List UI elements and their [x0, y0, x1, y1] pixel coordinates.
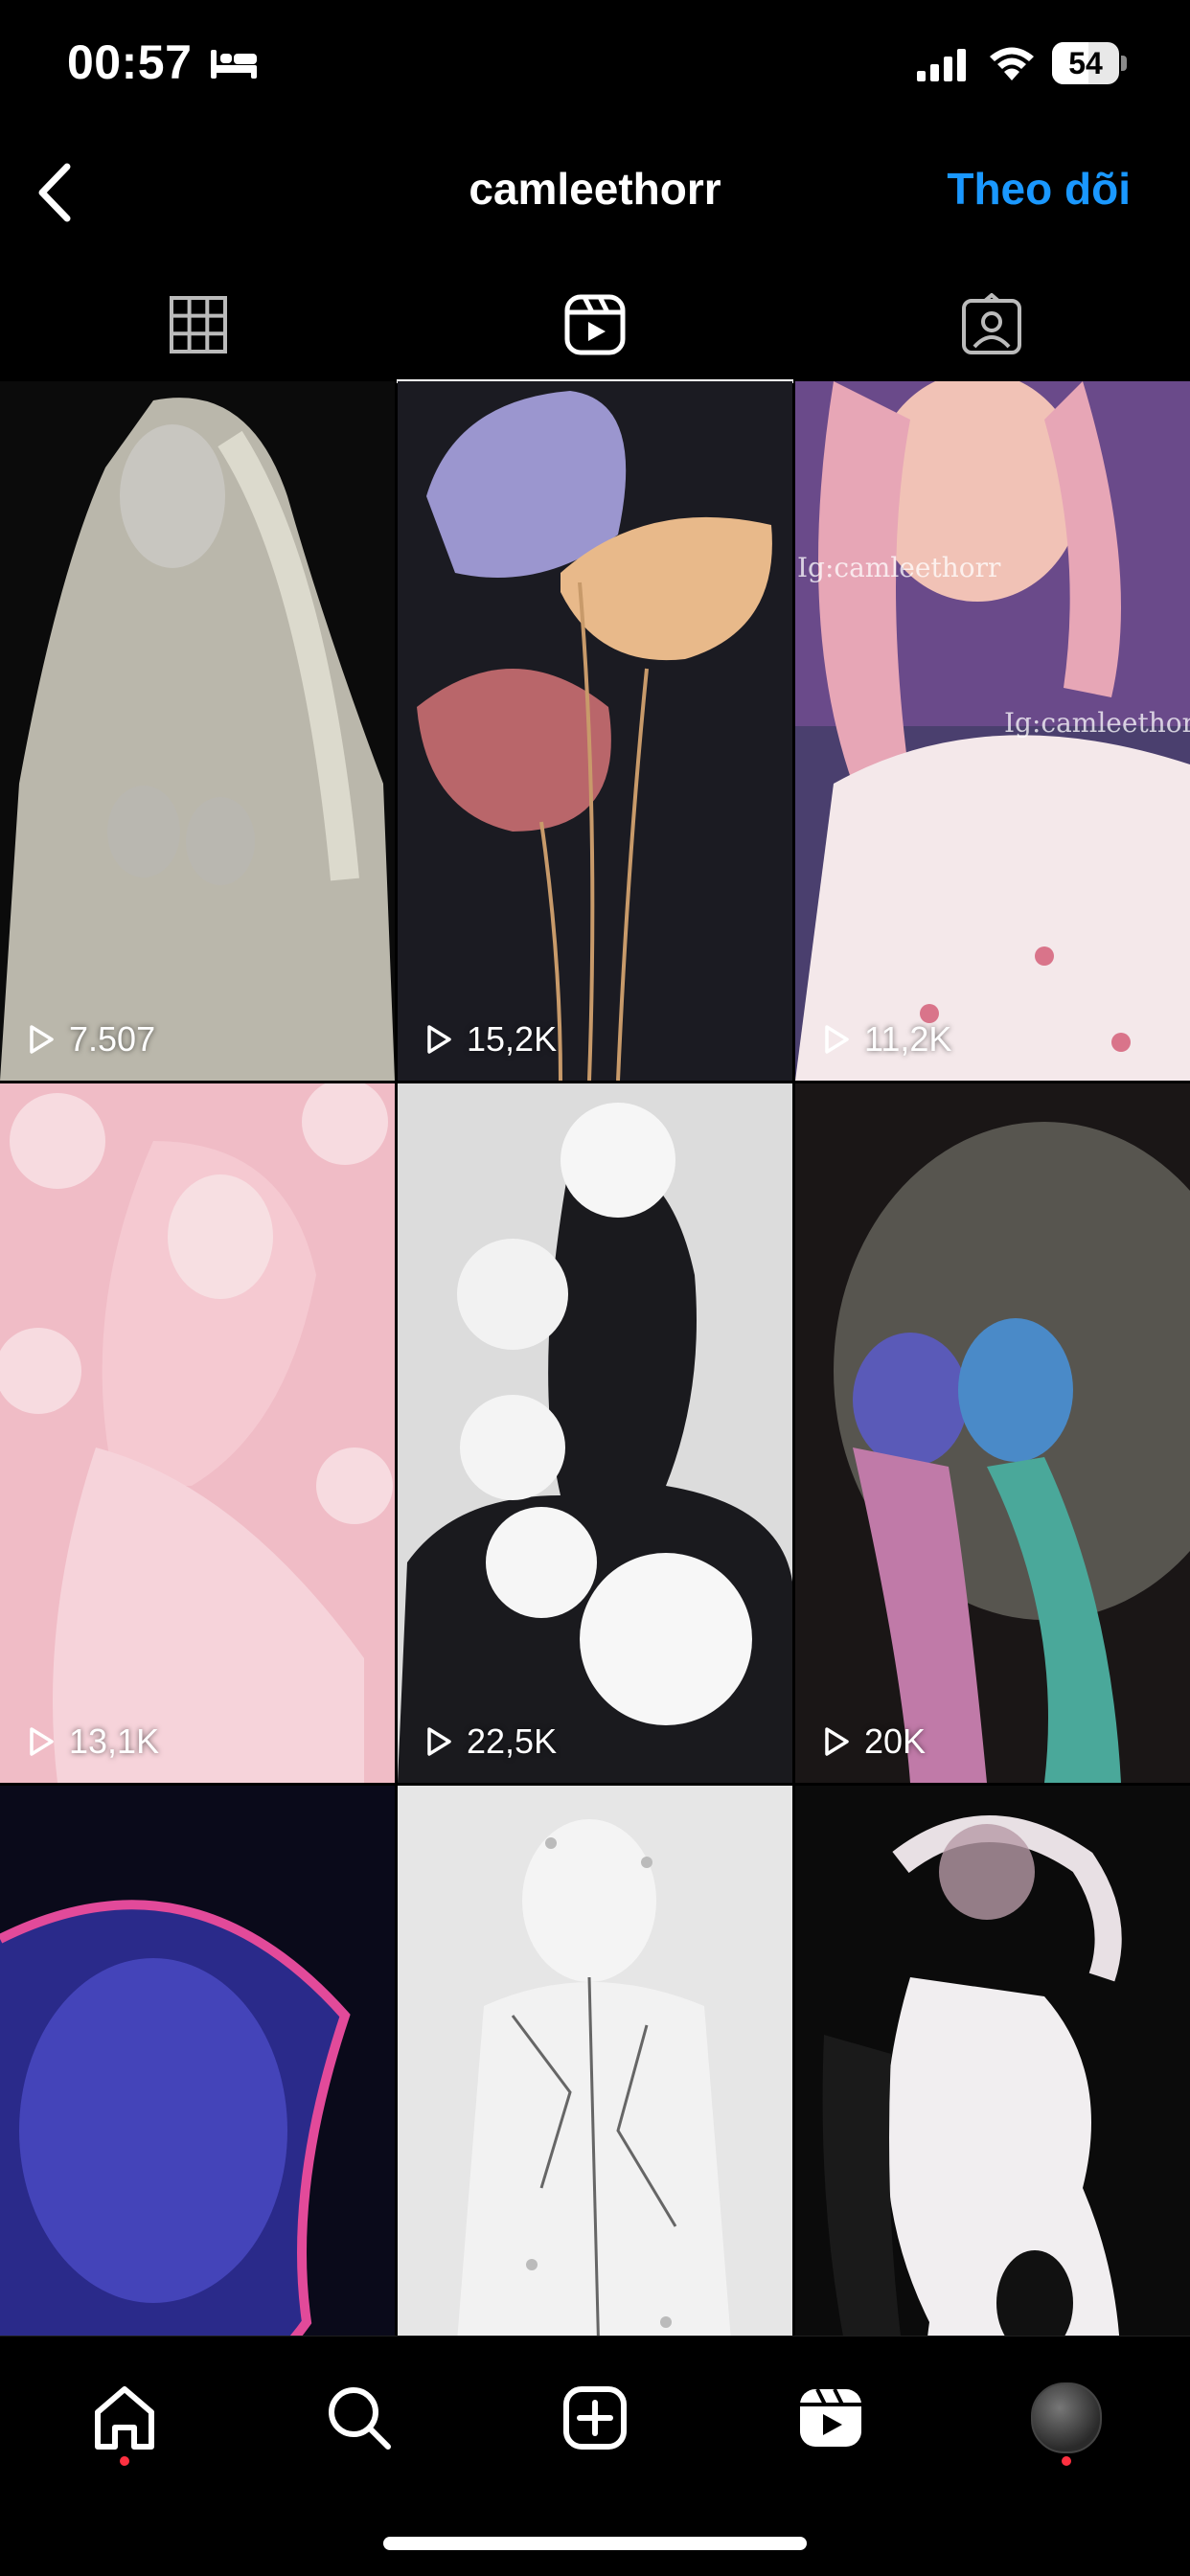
reel-image [795, 1786, 1190, 2336]
reels-grid: 7.507 15,2K Ig:camleethorr Ig:camleethor… [0, 381, 1190, 2336]
reel-image [0, 1786, 395, 2336]
play-icon [30, 1727, 54, 1756]
tab-tagged[interactable] [793, 268, 1190, 381]
profile-content-tabs [0, 268, 1190, 383]
status-time: 00:57 [67, 35, 193, 89]
follow-button[interactable]: Theo dõi [947, 163, 1131, 215]
view-count-label: 7.507 [69, 1019, 156, 1059]
play-icon [825, 1727, 849, 1756]
nav-home[interactable] [81, 2375, 168, 2461]
watermark-text: Ig:camleethorr [797, 552, 1001, 583]
grid-icon [170, 296, 227, 353]
battery-percent: 54 [1068, 46, 1103, 80]
reel-image [795, 1083, 1190, 1783]
play-icon [825, 1025, 849, 1054]
reel-thumbnail[interactable] [795, 1786, 1190, 2336]
nav-create[interactable] [552, 2375, 638, 2461]
view-count: 11,2K [818, 1019, 951, 1060]
battery-indicator: 54 [1052, 42, 1127, 84]
sleep-focus-icon [211, 50, 257, 79]
nav-search[interactable] [316, 2375, 402, 2461]
reel-image [398, 1786, 792, 2336]
status-bar: 00:57 54 [0, 0, 1190, 134]
tab-reels[interactable] [397, 268, 793, 381]
reel-thumbnail[interactable] [398, 1786, 792, 2336]
view-count: 15,2K [421, 1019, 557, 1060]
view-count: 7.507 [23, 1019, 155, 1060]
search-icon [329, 2387, 391, 2450]
view-count-label: 15,2K [467, 1019, 558, 1059]
notification-dot [1062, 2456, 1071, 2466]
notification-dot [120, 2456, 129, 2466]
reels-icon [564, 294, 626, 355]
home-icon [95, 2386, 154, 2450]
home-indicator [383, 2537, 807, 2550]
watermark-text: Ig:camleethorr [1004, 707, 1190, 739]
cellular-signal-icon [917, 49, 966, 81]
tagged-icon [962, 293, 1021, 354]
reel-thumbnail[interactable]: 15,2K [398, 381, 792, 1081]
reel-thumbnail[interactable]: Ig:camleethorr Ig:camleethorr 11,2K [795, 381, 1190, 1081]
view-count: 20K [818, 1721, 926, 1762]
view-count: 22,5K [421, 1721, 557, 1762]
view-count-label: 22,5K [467, 1721, 558, 1761]
view-count-label: 20K [864, 1721, 927, 1761]
nav-reels[interactable] [788, 2375, 874, 2461]
reel-image [398, 1083, 792, 1783]
tab-posts-grid[interactable] [0, 268, 397, 381]
reel-thumbnail[interactable]: 20K [795, 1083, 1190, 1783]
play-icon [427, 1025, 451, 1054]
reel-image [398, 381, 792, 1081]
view-count: 13,1K [23, 1721, 159, 1762]
reel-thumbnail[interactable]: 22,5K [398, 1083, 792, 1783]
reels-icon [800, 2388, 861, 2447]
view-count-label: 11,2K [864, 1019, 952, 1059]
reel-thumbnail[interactable]: 7.507 [0, 381, 395, 1081]
play-icon [427, 1727, 451, 1756]
wifi-icon [990, 47, 1034, 80]
nav-profile[interactable] [1023, 2375, 1110, 2461]
avatar [1031, 2382, 1102, 2453]
play-icon [30, 1025, 54, 1054]
create-icon [563, 2386, 627, 2450]
reel-thumbnail[interactable] [0, 1786, 395, 2336]
reel-thumbnail[interactable]: 13,1K [0, 1083, 395, 1783]
reel-image [0, 381, 395, 1081]
view-count-label: 13,1K [69, 1721, 160, 1761]
reel-image [0, 1083, 395, 1783]
profile-header: camleethorr Theo dõi [0, 134, 1190, 249]
